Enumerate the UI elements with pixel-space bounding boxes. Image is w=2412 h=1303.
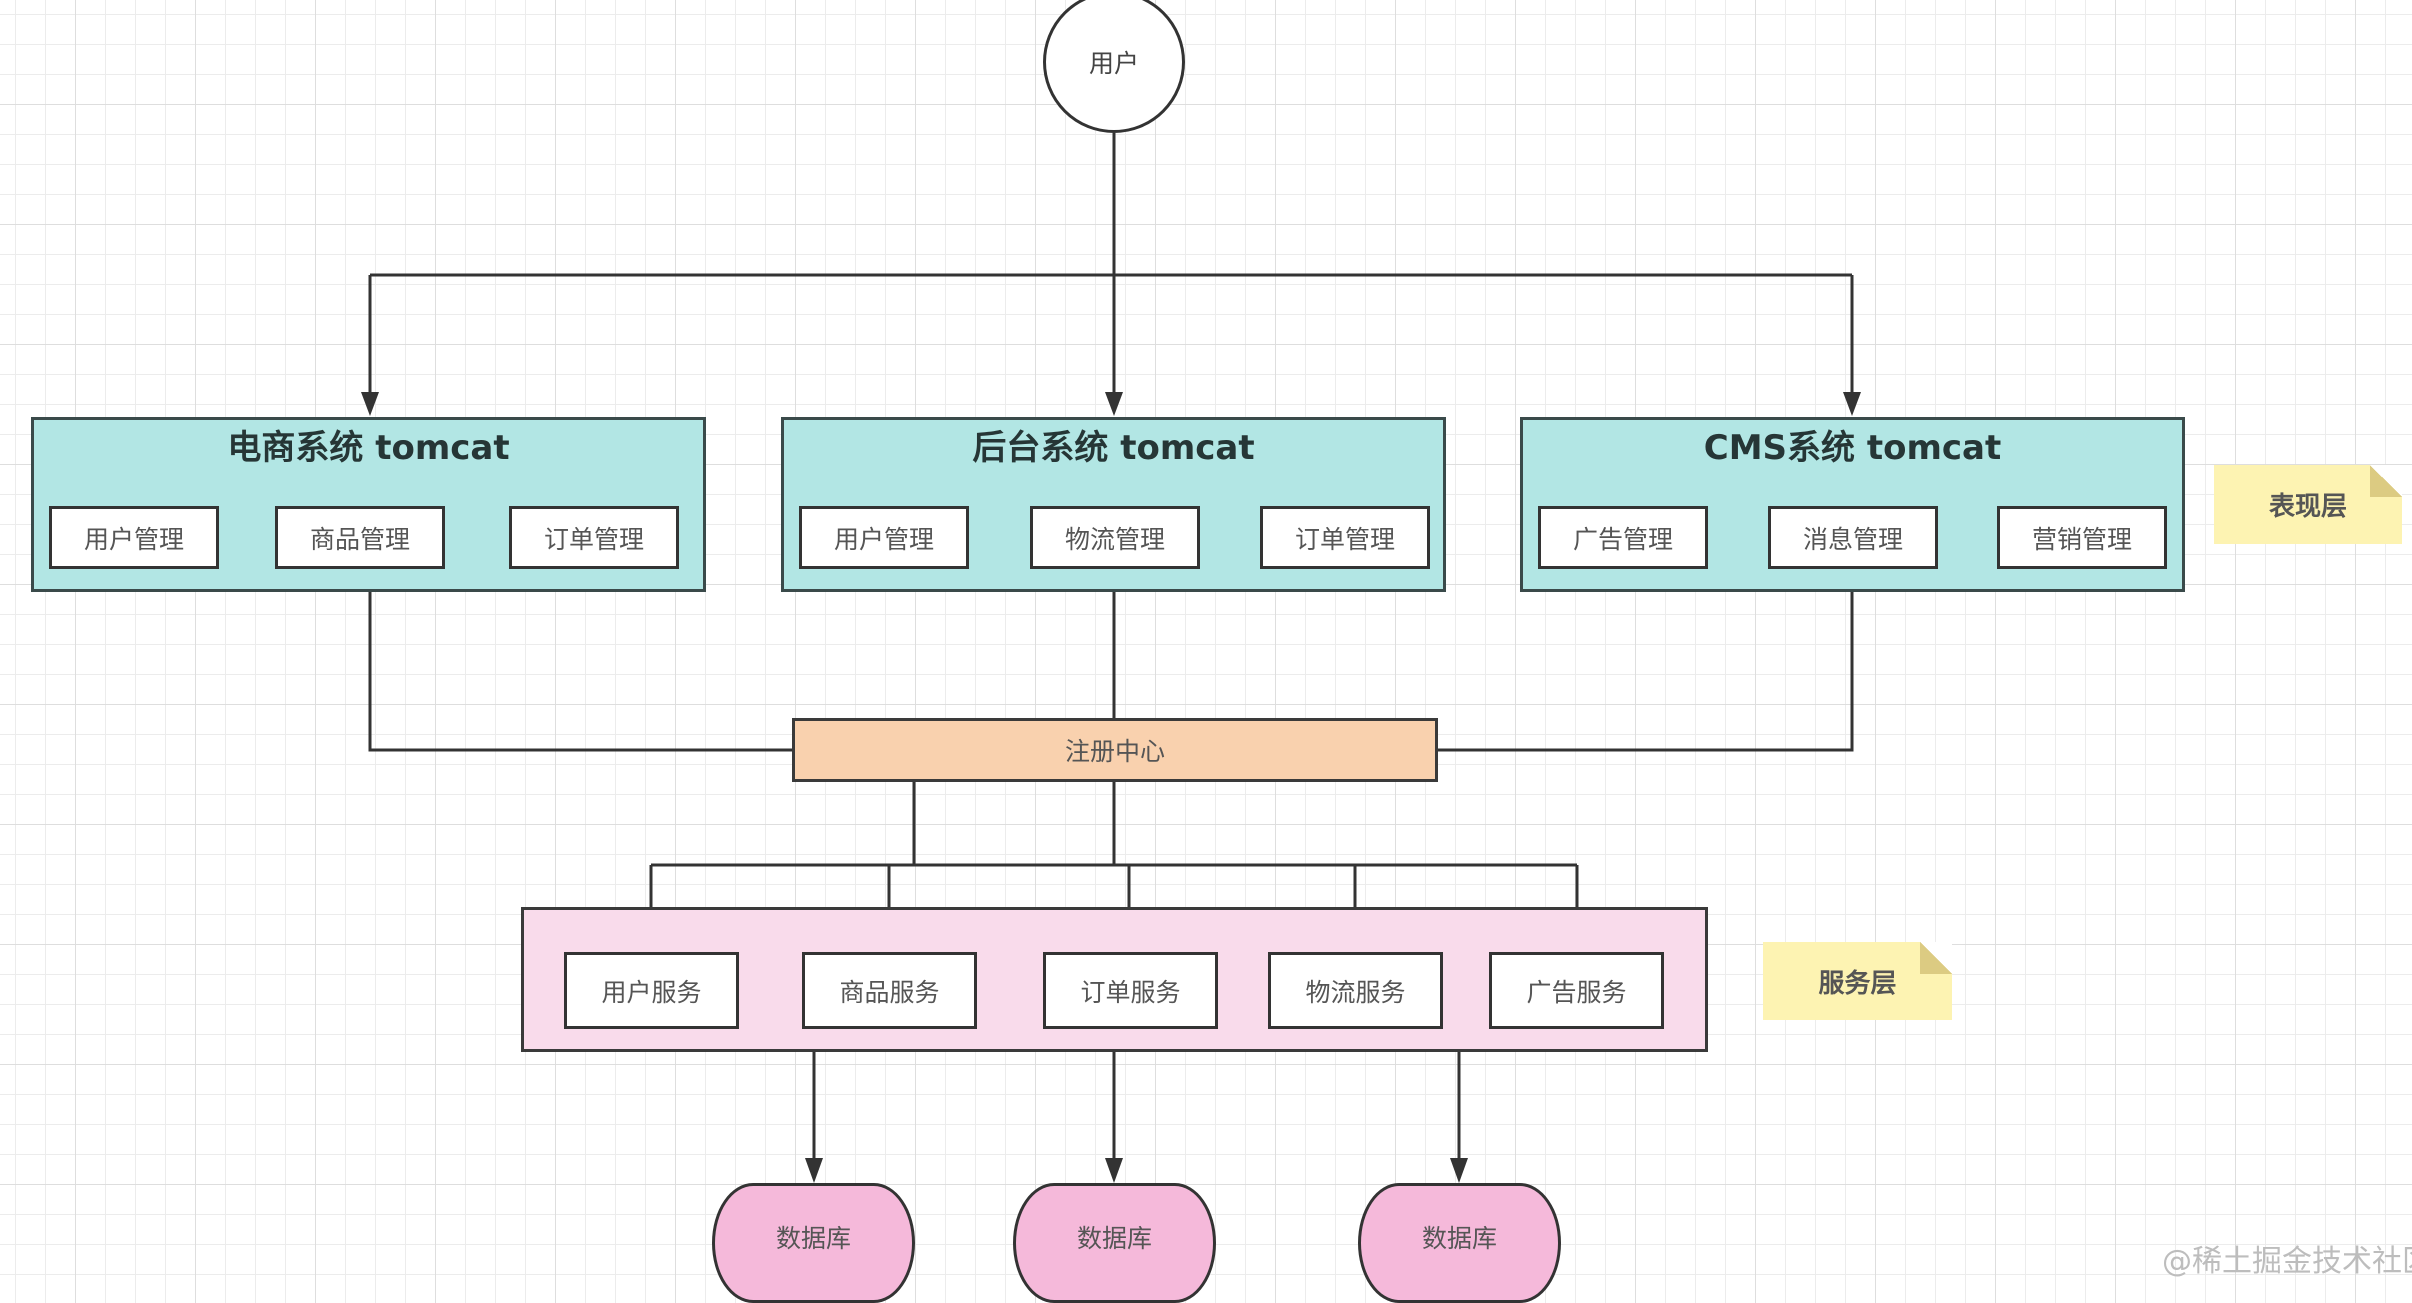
module-order-management[interactable]: 订单管理 xyxy=(509,506,679,569)
module-marketing-management[interactable]: 营销管理 xyxy=(1997,506,2167,569)
arrowhead-icon xyxy=(1450,1158,1468,1183)
connector-layer xyxy=(361,133,1861,1183)
watermark: @稀土掘金技术社区 xyxy=(2162,1244,2412,1279)
module-order-management[interactable]: 订单管理 xyxy=(1260,506,1430,569)
service-label: 订单服务 xyxy=(1080,977,1181,1007)
user-node-label: 用户 xyxy=(1088,49,1139,78)
service-label: 商品服务 xyxy=(839,977,940,1007)
note-presentation-layer[interactable]: 表现层 xyxy=(2214,465,2402,544)
arrowhead-icon xyxy=(361,392,379,416)
registry-center[interactable]: 注册中心 xyxy=(792,718,1438,782)
module-ad-management[interactable]: 广告管理 xyxy=(1538,506,1708,569)
arrowhead-icon xyxy=(1105,1158,1123,1183)
service-label: 广告服务 xyxy=(1526,977,1627,1007)
note-service-layer[interactable]: 服务层 xyxy=(1763,942,1952,1020)
service-label: 用户服务 xyxy=(601,977,702,1007)
connector-ecommerce-registry xyxy=(368,592,792,752)
arrowhead-icon xyxy=(805,1158,823,1183)
module-label: 用户管理 xyxy=(833,524,934,554)
system-backend-tomcat[interactable]: 后台系统 tomcat 用户管理 物流管理 订单管理 xyxy=(781,417,1446,592)
note-fold-icon xyxy=(1920,942,1952,974)
module-message-management[interactable]: 消息管理 xyxy=(1768,506,1938,569)
module-label: 订单管理 xyxy=(543,524,644,554)
module-user-management[interactable]: 用户管理 xyxy=(799,506,969,569)
module-label: 消息管理 xyxy=(1802,524,1903,554)
module-label: 用户管理 xyxy=(83,524,184,554)
module-label: 订单管理 xyxy=(1294,524,1395,554)
database-3[interactable]: 数据库 xyxy=(1358,1183,1561,1303)
module-user-management[interactable]: 用户管理 xyxy=(49,506,219,569)
module-label: 物流管理 xyxy=(1064,524,1165,554)
note-label: 表现层 xyxy=(2268,492,2347,522)
module-label: 商品管理 xyxy=(309,524,410,554)
service-ad[interactable]: 广告服务 xyxy=(1489,952,1664,1029)
arrowhead-icon xyxy=(1105,392,1123,416)
module-logistics-management[interactable]: 物流管理 xyxy=(1030,506,1200,569)
note-fold-icon xyxy=(2370,465,2402,497)
connector-cms-registry xyxy=(1438,592,1854,752)
service-label: 物流服务 xyxy=(1305,977,1406,1007)
database-2[interactable]: 数据库 xyxy=(1013,1183,1216,1303)
system-title: CMS系统 tomcat xyxy=(1703,428,2002,468)
service-user[interactable]: 用户服务 xyxy=(564,952,739,1029)
module-label: 营销管理 xyxy=(2031,524,2132,554)
module-label: 广告管理 xyxy=(1572,524,1673,554)
registry-label: 注册中心 xyxy=(1064,737,1165,766)
system-title: 电商系统 tomcat xyxy=(227,428,510,468)
module-product-management[interactable]: 商品管理 xyxy=(275,506,445,569)
service-logistics[interactable]: 物流服务 xyxy=(1268,952,1443,1029)
service-product[interactable]: 商品服务 xyxy=(802,952,977,1029)
note-label: 服务层 xyxy=(1818,968,1897,999)
arrowhead-icon xyxy=(1843,392,1861,416)
system-cms-tomcat[interactable]: CMS系统 tomcat 广告管理 消息管理 营销管理 xyxy=(1520,417,2185,592)
database-1[interactable]: 数据库 xyxy=(712,1183,915,1303)
service-order[interactable]: 订单服务 xyxy=(1043,952,1218,1029)
system-ecommerce-tomcat[interactable]: 电商系统 tomcat 用户管理 商品管理 订单管理 xyxy=(31,417,706,592)
service-layer[interactable]: 用户服务 商品服务 订单服务 物流服务 广告服务 xyxy=(521,907,1708,1052)
system-title: 后台系统 tomcat xyxy=(972,428,1255,468)
